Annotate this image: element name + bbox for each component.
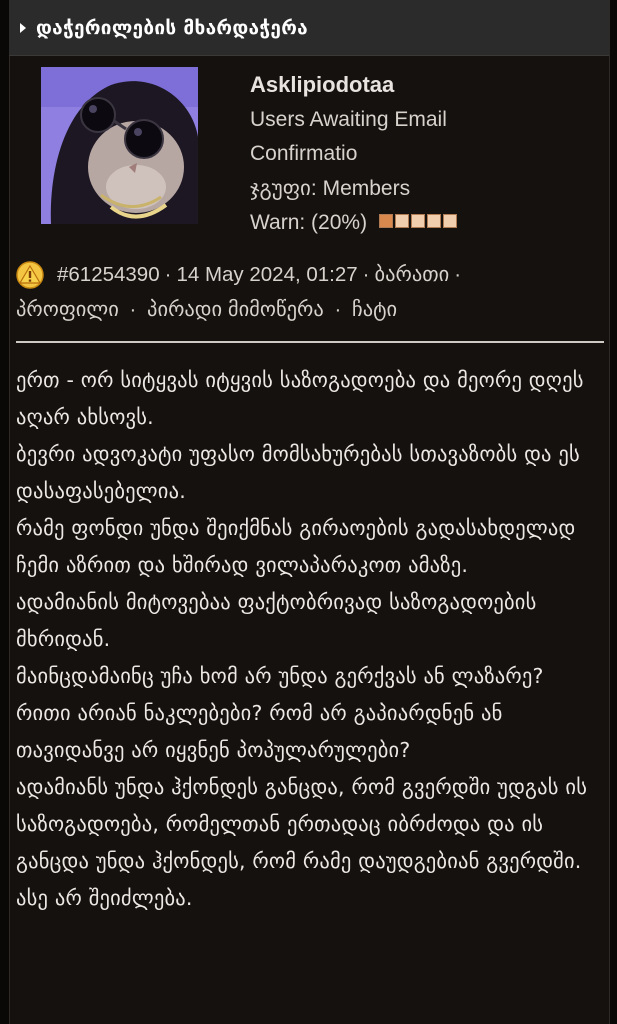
profile-link[interactable]: პროფილი <box>16 298 119 321</box>
post-divider <box>16 341 604 343</box>
warn-level-bar[interactable] <box>378 214 457 229</box>
user-status-line2: Confirmatio <box>250 142 358 165</box>
post-id-link[interactable]: #61254390 <box>57 258 160 293</box>
meta-separator: · <box>164 263 172 286</box>
warn-segment <box>394 214 409 229</box>
warn-row: Warn: (20%) <box>250 206 457 241</box>
post-paragraph: ადამიანის მიტოვებაა ფაქტობრივად საზოგადო… <box>16 590 537 651</box>
warn-segment <box>410 214 425 229</box>
warn-segment <box>378 214 393 229</box>
private-message-link[interactable]: პირადი მიმოწერა <box>147 298 324 321</box>
avatar-cat-image <box>41 67 198 224</box>
chat-link[interactable]: ჩატი <box>352 298 397 321</box>
user-info: Asklipiodotaa Users Awaiting Email Confi… <box>250 68 457 241</box>
post-paragraph: ადამიანს უნდა ჰქონდეს განცდა, რომ გვერდშ… <box>16 775 588 873</box>
post-paragraph: ბევრი ადვოკატი უფასო მომსახურებას სთავაზ… <box>16 442 580 503</box>
post-paragraph: მაინცდამაინც უჩა ხომ არ უნდა გერქვას ან … <box>16 664 544 688</box>
post-paragraph: რითი არიან ნაკლებები? რომ არ გაპიარდნენ … <box>16 701 503 762</box>
meta-separator: · <box>362 263 370 286</box>
forum-header-bar[interactable]: დაჭერილების მხარდაჭერა <box>9 0 609 56</box>
user-group: ჯგუფი: Members <box>250 176 411 200</box>
meta-separator: · <box>334 297 342 321</box>
post-paragraph: ერთ - ორ სიტყვას იტყვის საზოგადოება და მ… <box>16 368 584 429</box>
username-link[interactable]: Asklipiodotaa <box>250 68 457 103</box>
meta-separator: · <box>129 297 137 321</box>
warn-segment <box>426 214 441 229</box>
avatar[interactable] <box>41 67 198 224</box>
warn-label: Warn: (20%) <box>250 211 368 234</box>
post-meta: #61254390 · 14 May 2024, 01:27 · ბარათი … <box>16 258 606 327</box>
barati-link[interactable]: ბარათი <box>375 258 450 293</box>
user-status-line1: Users Awaiting Email <box>250 107 447 131</box>
post-date: 14 May 2024, 01:27 <box>176 263 358 286</box>
warn-segment <box>442 214 457 229</box>
forum-title[interactable]: დაჭერილების მხარდაჭერა <box>36 17 308 39</box>
caret-right-icon[interactable] <box>20 22 26 33</box>
warning-triangle-icon[interactable] <box>16 261 44 289</box>
meta-separator: · <box>454 263 462 286</box>
post-paragraph: რამე ფონდი უნდა შეიქმნას გირაოების გადას… <box>16 516 576 577</box>
post-paragraph: ასე არ შეიძლება. <box>16 886 193 910</box>
post-body: ერთ - ორ სიტყვას იტყვის საზოგადოება და მ… <box>16 362 608 917</box>
